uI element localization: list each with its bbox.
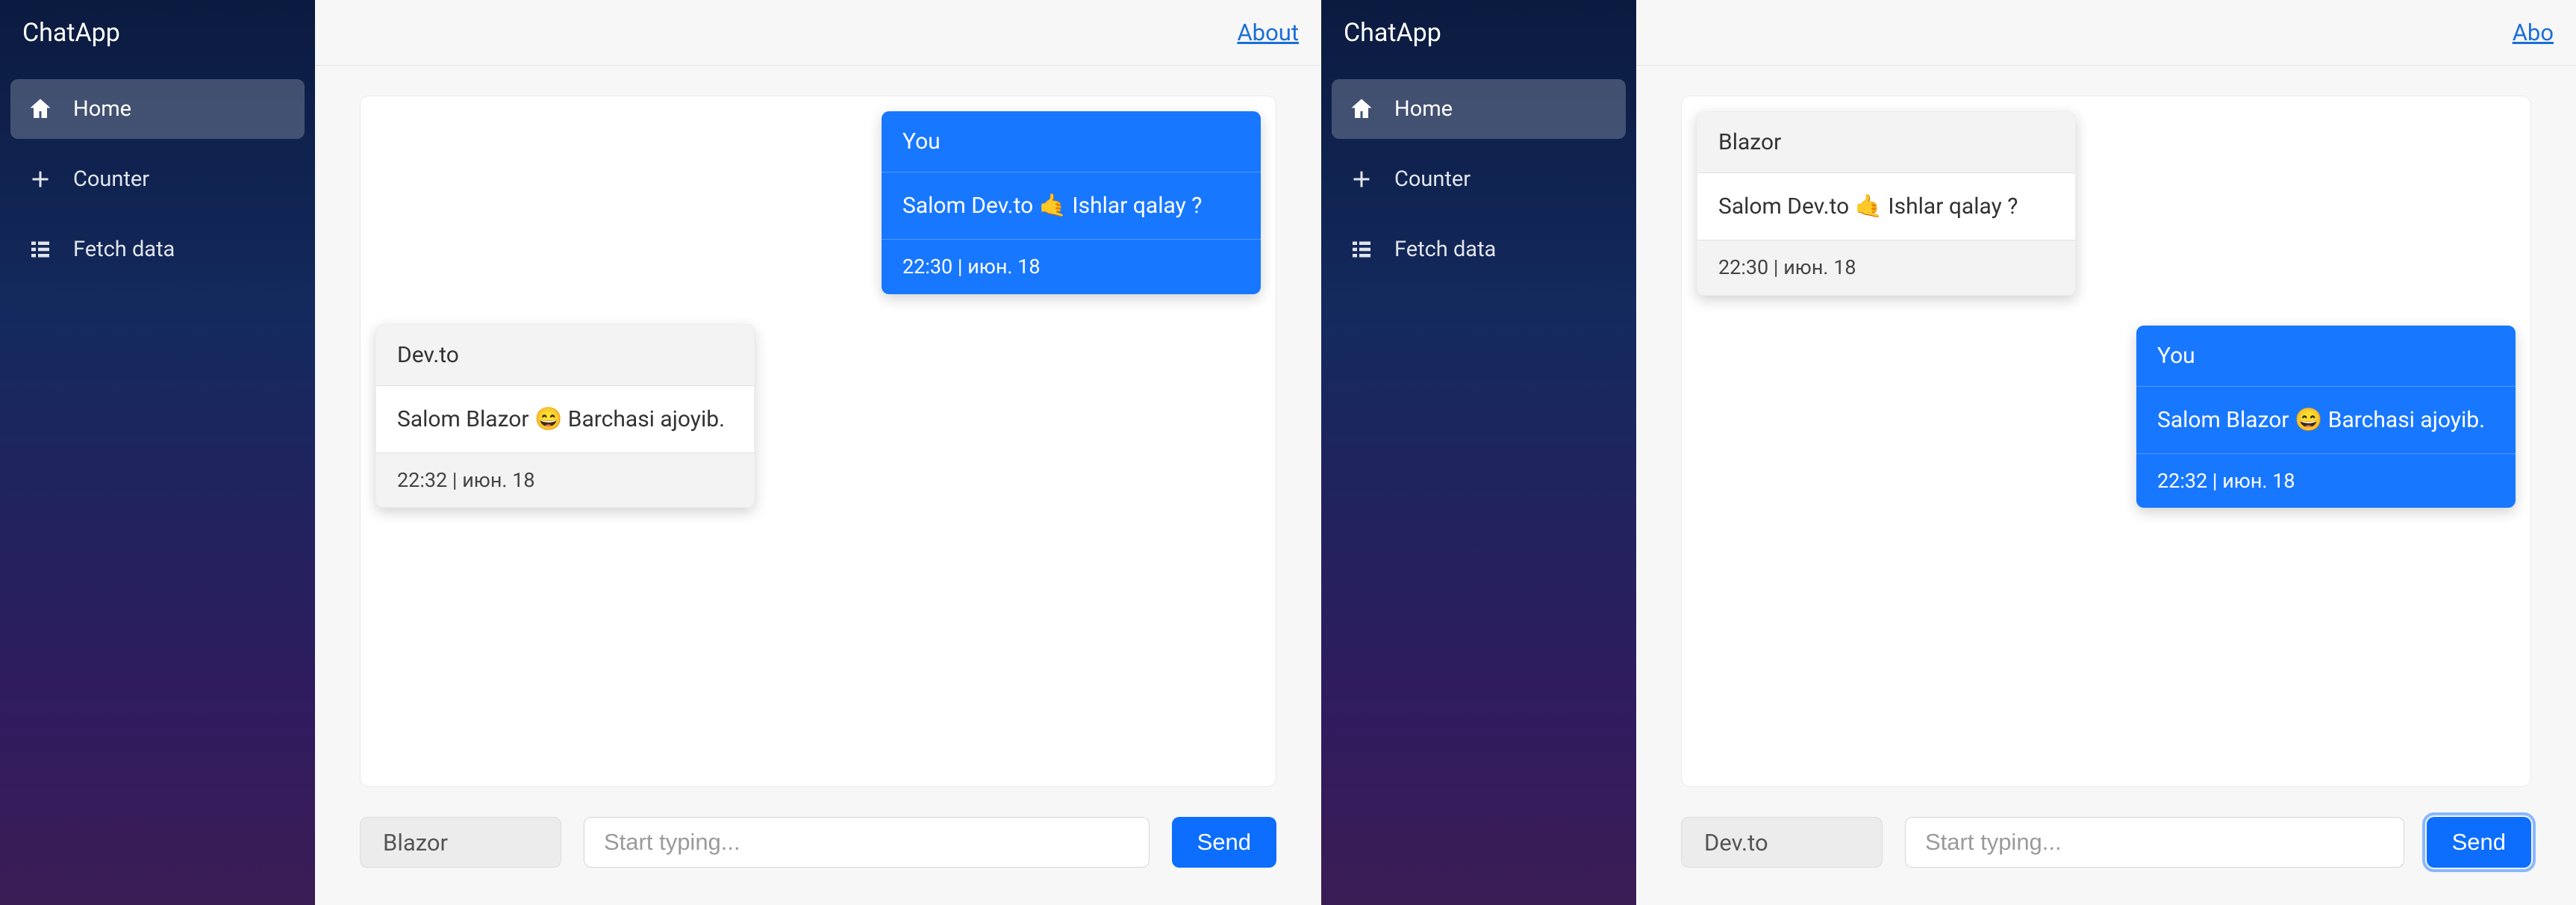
nav-counter[interactable]: Counter <box>10 149 305 209</box>
list-icon <box>1348 236 1375 263</box>
content: You Salom Dev.to 🤙 Ishlar qalay ? 22:30 … <box>315 66 1321 905</box>
nav: Home Counter Fetch data <box>1321 66 1636 303</box>
send-button[interactable]: Send <box>1172 817 1276 868</box>
sidebar: ChatApp Home Counter <box>1321 0 1636 905</box>
nav-home-label: Home <box>73 96 131 122</box>
message-row: Dev.to Salom Blazor 😄 Barchasi ajoyib. 2… <box>375 324 1261 509</box>
message-sender: You <box>2136 326 2516 387</box>
nav-home-label: Home <box>1394 96 1453 122</box>
nav-counter[interactable]: Counter <box>1332 149 1626 209</box>
nav-counter-label: Counter <box>73 167 149 192</box>
message-timestamp: 22:30 | июн. 18 <box>1697 240 2075 295</box>
compose-bar: Dev.to Send <box>1681 787 2531 883</box>
current-user-chip: Blazor <box>360 817 561 868</box>
brand-title: ChatApp <box>0 0 315 66</box>
message-sender: You <box>882 111 1261 172</box>
main-area: About You Salom Dev.to 🤙 Ishlar qalay ? … <box>315 0 1321 905</box>
compose-bar: Blazor Send <box>360 787 1276 883</box>
message-timestamp: 22:32 | июн. 18 <box>2136 453 2516 509</box>
message-bubble-outgoing: You Salom Dev.to 🤙 Ishlar qalay ? 22:30 … <box>882 111 1261 294</box>
message-timestamp: 22:32 | июн. 18 <box>376 452 754 508</box>
plus-icon <box>1348 166 1375 193</box>
message-bubble-outgoing: You Salom Blazor 😄 Barchasi ajoyib. 22:3… <box>2136 326 2516 509</box>
chat-panel: You Salom Dev.to 🤙 Ishlar qalay ? 22:30 … <box>360 96 1276 787</box>
message-sender: Blazor <box>1697 112 2075 173</box>
content: Blazor Salom Dev.to 🤙 Ishlar qalay ? 22:… <box>1636 66 2576 905</box>
message-row: Blazor Salom Dev.to 🤙 Ishlar qalay ? 22:… <box>1697 111 2516 296</box>
chat-panel: Blazor Salom Dev.to 🤙 Ishlar qalay ? 22:… <box>1681 96 2531 787</box>
message-row: You Salom Blazor 😄 Barchasi ajoyib. 22:3… <box>1697 326 2516 509</box>
main-area: Abo Blazor Salom Dev.to 🤙 Ishlar qalay ?… <box>1636 0 2576 905</box>
nav-fetch-data[interactable]: Fetch data <box>1332 220 1626 279</box>
current-user-chip: Dev.to <box>1681 817 1883 868</box>
home-icon <box>27 96 54 122</box>
list-icon <box>27 236 54 263</box>
nav-home[interactable]: Home <box>1332 79 1626 139</box>
plus-icon <box>27 166 54 193</box>
message-bubble-incoming: Blazor Salom Dev.to 🤙 Ishlar qalay ? 22:… <box>1697 111 2076 296</box>
message-sender: Dev.to <box>376 325 754 386</box>
topbar: Abo <box>1636 0 2576 66</box>
about-link[interactable]: Abo <box>2513 19 2554 46</box>
message-timestamp: 22:30 | июн. 18 <box>882 239 1261 294</box>
nav-fetch-label: Fetch data <box>73 237 175 262</box>
app-instance-right: ChatApp Home Counter <box>1321 0 2576 905</box>
home-icon <box>1348 96 1375 122</box>
message-input[interactable] <box>1905 817 2404 868</box>
app-instance-left: ChatApp Home Counter <box>0 0 1321 905</box>
message-body: Salom Blazor 😄 Barchasi ajoyib. <box>2136 387 2516 453</box>
message-row: You Salom Dev.to 🤙 Ishlar qalay ? 22:30 … <box>375 111 1261 294</box>
nav-home[interactable]: Home <box>10 79 305 139</box>
nav-counter-label: Counter <box>1394 167 1471 192</box>
nav-fetch-label: Fetch data <box>1394 237 1496 262</box>
message-body: Salom Dev.to 🤙 Ishlar qalay ? <box>1697 173 2075 240</box>
brand-title: ChatApp <box>1321 0 1636 66</box>
topbar: About <box>315 0 1321 66</box>
message-bubble-incoming: Dev.to Salom Blazor 😄 Barchasi ajoyib. 2… <box>375 324 755 509</box>
send-button[interactable]: Send <box>2427 817 2531 868</box>
message-body: Salom Blazor 😄 Barchasi ajoyib. <box>376 386 754 452</box>
message-input[interactable] <box>584 817 1150 868</box>
nav-fetch-data[interactable]: Fetch data <box>10 220 305 279</box>
sidebar: ChatApp Home Counter <box>0 0 315 905</box>
about-link[interactable]: About <box>1237 19 1299 46</box>
message-body: Salom Dev.to 🤙 Ishlar qalay ? <box>882 172 1261 239</box>
nav: Home Counter Fetch data <box>0 66 315 303</box>
